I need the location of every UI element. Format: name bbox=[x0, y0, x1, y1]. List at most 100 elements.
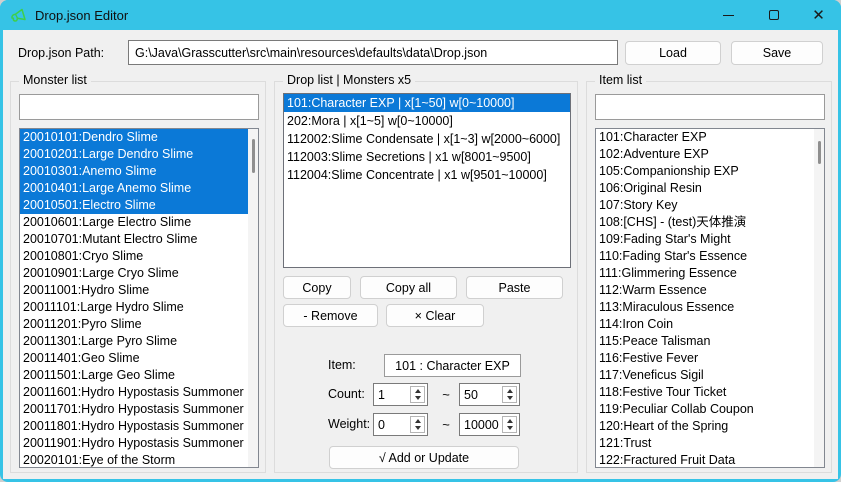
clear-button[interactable]: × Clear bbox=[386, 304, 484, 327]
spin-down-button[interactable] bbox=[503, 425, 516, 433]
spin-up-button[interactable] bbox=[411, 387, 424, 395]
maximize-button[interactable] bbox=[751, 0, 796, 30]
weight-min-value[interactable]: 0 bbox=[374, 418, 410, 432]
count-min-value[interactable]: 1 bbox=[374, 388, 410, 402]
spin-down-button[interactable] bbox=[411, 395, 424, 403]
count-max-value[interactable]: 50 bbox=[460, 388, 502, 402]
list-item[interactable]: 121:Trust bbox=[596, 435, 814, 452]
monster-list-title: Monster list bbox=[19, 73, 91, 87]
path-input[interactable] bbox=[128, 40, 618, 65]
list-item[interactable]: 101:Character EXP | x[1~50] w[0~10000] bbox=[284, 94, 570, 112]
count-max-spinner[interactable]: 50 bbox=[459, 383, 520, 406]
chevron-down-icon bbox=[507, 426, 513, 430]
item-list-title: Item list bbox=[595, 73, 646, 87]
monster-scrollbar-thumb[interactable] bbox=[252, 139, 255, 173]
list-item[interactable]: 20011201:Pyro Slime bbox=[20, 316, 248, 333]
paste-button[interactable]: Paste bbox=[466, 276, 563, 299]
item-listbox[interactable]: 101:Character EXP102:Adventure EXP105:Co… bbox=[595, 128, 825, 468]
list-item[interactable]: 20011701:Hydro Hypostasis Summoner bbox=[20, 401, 248, 418]
list-item[interactable]: 20020101:Eye of the Storm bbox=[20, 452, 248, 467]
list-item[interactable]: 115:Peace Talisman bbox=[596, 333, 814, 350]
drop-list-title: Drop list | Monsters x5 bbox=[283, 73, 415, 87]
weight-max-spin-buttons bbox=[502, 416, 517, 433]
save-button[interactable]: Save bbox=[731, 41, 823, 65]
close-button[interactable]: ✕ bbox=[796, 0, 841, 30]
list-item[interactable]: 20011101:Large Hydro Slime bbox=[20, 299, 248, 316]
list-item[interactable]: 20010501:Electro Slime bbox=[20, 197, 248, 214]
weight-max-spinner[interactable]: 10000 bbox=[459, 413, 520, 436]
remove-button[interactable]: - Remove bbox=[283, 304, 378, 327]
list-item[interactable]: 107:Story Key bbox=[596, 197, 814, 214]
count-min-spin-buttons bbox=[410, 386, 425, 403]
list-item[interactable]: 20010301:Anemo Slime bbox=[20, 163, 248, 180]
spin-down-button[interactable] bbox=[503, 395, 516, 403]
copy-button[interactable]: Copy bbox=[283, 276, 351, 299]
list-item[interactable]: 20011601:Hydro Hypostasis Summoner bbox=[20, 384, 248, 401]
list-item[interactable]: 117:Veneficus Sigil bbox=[596, 367, 814, 384]
list-item[interactable]: 20011001:Hydro Slime bbox=[20, 282, 248, 299]
minimize-icon bbox=[723, 15, 734, 16]
monster-scrollbar-track[interactable] bbox=[248, 129, 258, 467]
list-item[interactable]: 20010901:Large Cryo Slime bbox=[20, 265, 248, 282]
list-item[interactable]: 116:Festive Fever bbox=[596, 350, 814, 367]
list-item[interactable]: 202:Mora | x[1~5] w[0~10000] bbox=[284, 112, 570, 130]
list-item[interactable]: 120:Heart of the Spring bbox=[596, 418, 814, 435]
weight-min-spinner[interactable]: 0 bbox=[373, 413, 428, 436]
list-item[interactable]: 20010601:Large Electro Slime bbox=[20, 214, 248, 231]
list-item[interactable]: 20010201:Large Dendro Slime bbox=[20, 146, 248, 163]
list-item[interactable]: 112002:Slime Condensate | x[1~3] w[2000~… bbox=[284, 130, 570, 148]
copy-all-button[interactable]: Copy all bbox=[360, 276, 457, 299]
list-item[interactable]: 101:Character EXP bbox=[596, 129, 814, 146]
monster-listbox[interactable]: 20010101:Dendro Slime20010201:Large Dend… bbox=[19, 128, 259, 468]
list-item[interactable]: 112004:Slime Concentrate | x1 w[9501~100… bbox=[284, 166, 570, 184]
list-item[interactable]: 112:Warm Essence bbox=[596, 282, 814, 299]
add-or-update-button[interactable]: √ Add or Update bbox=[329, 446, 519, 469]
count-min-spinner[interactable]: 1 bbox=[373, 383, 428, 406]
item-value-field[interactable]: 101 : Character EXP bbox=[384, 354, 521, 377]
list-item[interactable]: 105:Companionship EXP bbox=[596, 163, 814, 180]
count-tilde-separator: ~ bbox=[437, 387, 455, 402]
drop-listbox[interactable]: 101:Character EXP | x[1~50] w[0~10000]20… bbox=[283, 93, 571, 268]
list-item[interactable]: 122:Fractured Fruit Data bbox=[596, 452, 814, 467]
list-item[interactable]: 20010101:Dendro Slime bbox=[20, 129, 248, 146]
list-item[interactable]: 102:Adventure EXP bbox=[596, 146, 814, 163]
list-item[interactable]: 20010701:Mutant Electro Slime bbox=[20, 231, 248, 248]
spin-down-button[interactable] bbox=[411, 425, 424, 433]
path-label: Drop.json Path: bbox=[18, 46, 104, 60]
count-max-spin-buttons bbox=[502, 386, 517, 403]
title-bar[interactable]: Drop.json Editor ✕ bbox=[0, 0, 841, 30]
item-scrollbar-track[interactable] bbox=[814, 129, 824, 467]
list-item[interactable]: 108:[CHS] - (test)天体推演 bbox=[596, 214, 814, 231]
count-field-label: Count: bbox=[328, 387, 365, 401]
window-controls: ✕ bbox=[706, 0, 841, 30]
list-item[interactable]: 20011501:Large Geo Slime bbox=[20, 367, 248, 384]
list-item[interactable]: 106:Original Resin bbox=[596, 180, 814, 197]
minimize-button[interactable] bbox=[706, 0, 751, 30]
load-button[interactable]: Load bbox=[625, 41, 721, 65]
list-item[interactable]: 20011901:Hydro Hypostasis Summoner bbox=[20, 435, 248, 452]
list-item[interactable]: 20011401:Geo Slime bbox=[20, 350, 248, 367]
list-item[interactable]: 109:Fading Star's Might bbox=[596, 231, 814, 248]
monster-list-rows: 20010101:Dendro Slime20010201:Large Dend… bbox=[20, 129, 248, 467]
maximize-icon bbox=[769, 10, 779, 20]
list-item[interactable]: 112003:Slime Secretions | x1 w[8001~9500… bbox=[284, 148, 570, 166]
spin-up-button[interactable] bbox=[503, 417, 516, 425]
list-item[interactable]: 119:Peculiar Collab Coupon bbox=[596, 401, 814, 418]
list-item[interactable]: 20011801:Hydro Hypostasis Summoner bbox=[20, 418, 248, 435]
list-item[interactable]: 110:Fading Star's Essence bbox=[596, 248, 814, 265]
weight-tilde-separator: ~ bbox=[437, 417, 455, 432]
list-item[interactable]: 113:Miraculous Essence bbox=[596, 299, 814, 316]
item-scrollbar-thumb[interactable] bbox=[818, 141, 821, 164]
list-item[interactable]: 111:Glimmering Essence bbox=[596, 265, 814, 282]
list-item[interactable]: 118:Festive Tour Ticket bbox=[596, 384, 814, 401]
item-search-input[interactable] bbox=[595, 94, 825, 120]
list-item[interactable]: 20011301:Large Pyro Slime bbox=[20, 333, 248, 350]
list-item[interactable]: 20010801:Cryo Slime bbox=[20, 248, 248, 265]
monster-search-input[interactable] bbox=[19, 94, 259, 120]
weight-max-value[interactable]: 10000 bbox=[460, 418, 502, 432]
spin-up-button[interactable] bbox=[503, 387, 516, 395]
list-item[interactable]: 114:Iron Coin bbox=[596, 316, 814, 333]
spin-up-button[interactable] bbox=[411, 417, 424, 425]
drop-list-rows: 101:Character EXP | x[1~50] w[0~10000]20… bbox=[284, 94, 570, 267]
list-item[interactable]: 20010401:Large Anemo Slime bbox=[20, 180, 248, 197]
